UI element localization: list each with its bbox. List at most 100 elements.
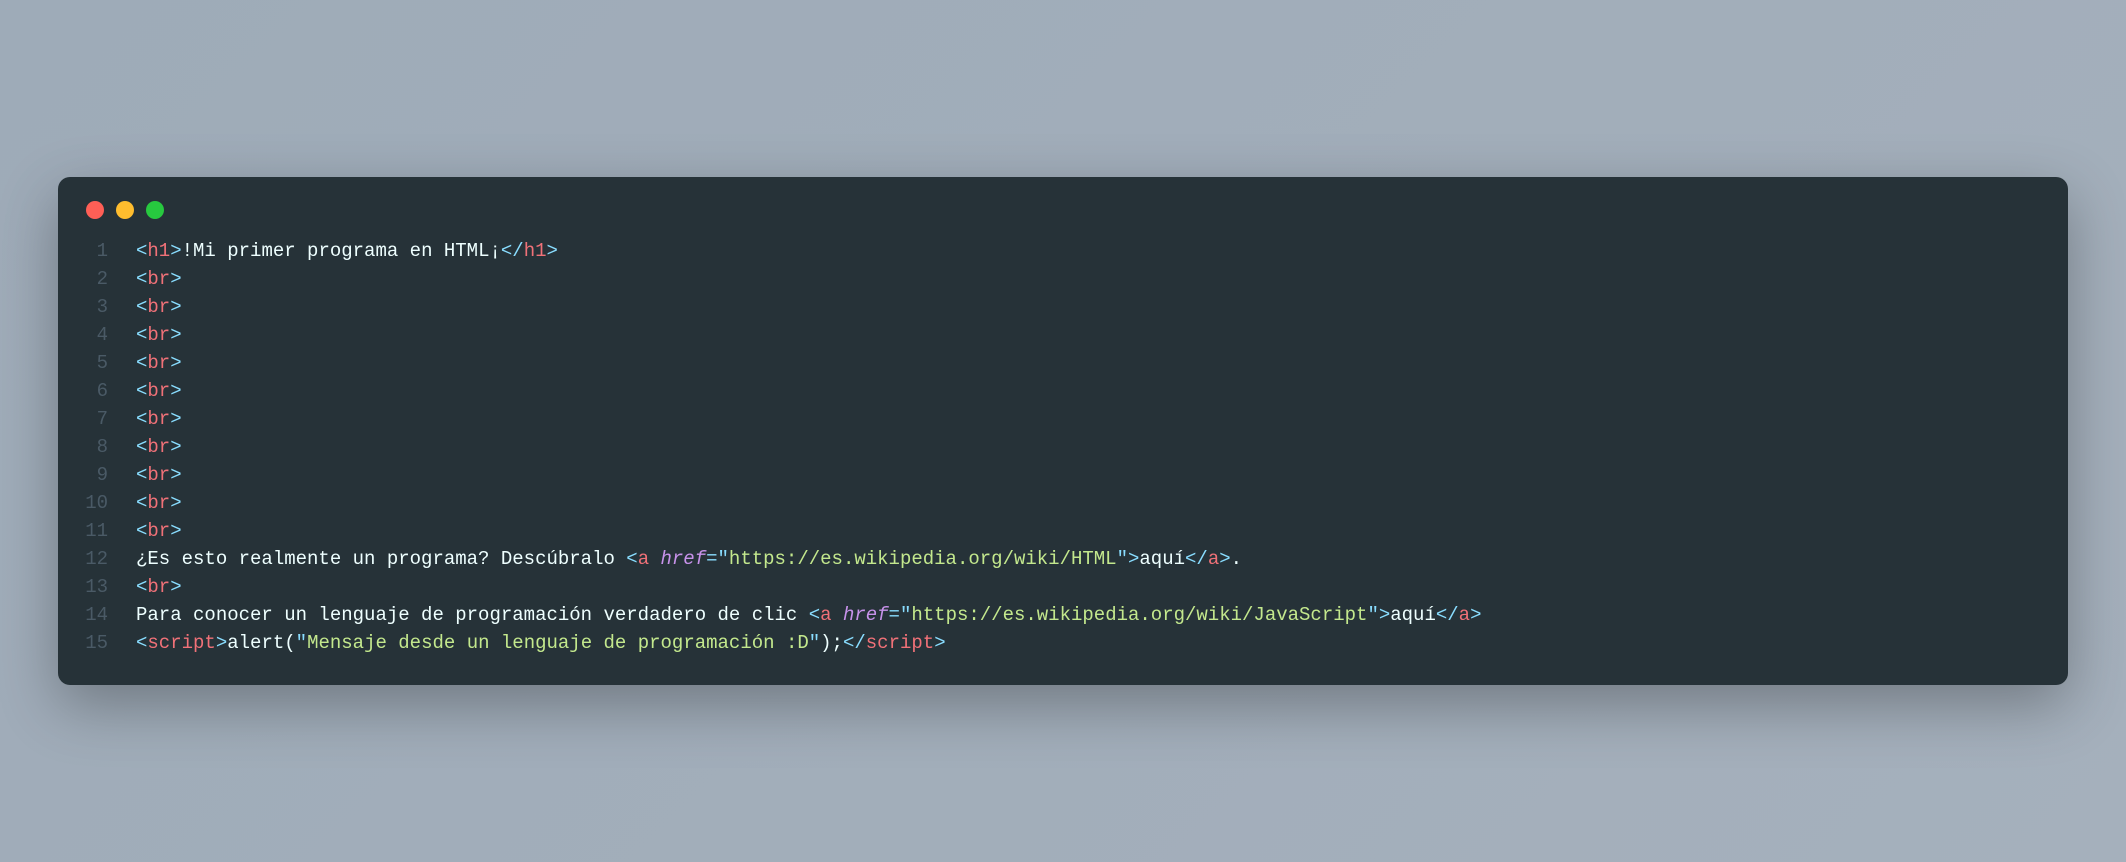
token-punct: "	[718, 548, 729, 570]
token-punct: </	[843, 632, 866, 654]
token-punct: <	[136, 464, 147, 486]
line-number: 5	[58, 349, 136, 377]
code-line[interactable]: 15<script>alert("Mensaje desde un lengua…	[58, 629, 2068, 657]
token-tag: br	[147, 268, 170, 290]
line-content[interactable]: <br>	[136, 433, 182, 461]
token-string: Mensaje desde un lenguaje de programació…	[307, 632, 809, 654]
token-punct: >	[170, 408, 181, 430]
line-number: 7	[58, 405, 136, 433]
code-window: 1<h1>!Mi primer programa en HTML¡</h1>2<…	[58, 177, 2068, 685]
line-content[interactable]: <script>alert("Mensaje desde un lenguaje…	[136, 629, 946, 657]
token-punct: >	[170, 268, 181, 290]
code-line[interactable]: 13<br>	[58, 573, 2068, 601]
line-content[interactable]: <br>	[136, 377, 182, 405]
token-tag: br	[147, 492, 170, 514]
code-line[interactable]: 5<br>	[58, 349, 2068, 377]
code-line[interactable]: 7<br>	[58, 405, 2068, 433]
line-content[interactable]: <br>	[136, 405, 182, 433]
token-tag: br	[147, 380, 170, 402]
token-punct: >	[170, 296, 181, 318]
token-punct: <	[136, 268, 147, 290]
token-tag: a	[638, 548, 649, 570]
code-line[interactable]: 11<br>	[58, 517, 2068, 545]
code-line[interactable]: 2<br>	[58, 265, 2068, 293]
minimize-icon[interactable]	[116, 201, 134, 219]
token-punct: >	[170, 576, 181, 598]
code-line[interactable]: 14Para conocer un lenguaje de programaci…	[58, 601, 2068, 629]
token-text: !Mi primer programa en HTML¡	[182, 240, 501, 262]
token-tag: script	[147, 632, 215, 654]
token-tag: br	[147, 324, 170, 346]
token-punct: >	[1379, 604, 1390, 626]
token-punct: </	[1436, 604, 1459, 626]
token-punct: "	[1367, 604, 1378, 626]
token-punct: <	[136, 632, 147, 654]
line-number: 1	[58, 237, 136, 265]
token-punct: <	[136, 296, 147, 318]
token-text: alert(	[227, 632, 295, 654]
token-punct: <	[809, 604, 820, 626]
token-text: .	[1231, 548, 1242, 570]
line-content[interactable]: <br>	[136, 349, 182, 377]
token-punct: <	[136, 324, 147, 346]
token-punct: >	[1219, 548, 1230, 570]
line-number: 4	[58, 321, 136, 349]
token-tag: br	[147, 408, 170, 430]
token-punct: >	[170, 380, 181, 402]
line-content[interactable]: <h1>!Mi primer programa en HTML¡</h1>	[136, 237, 558, 265]
token-punct: "	[1117, 548, 1128, 570]
line-content[interactable]: Para conocer un lenguaje de programación…	[136, 601, 1481, 629]
token-punct: >	[216, 632, 227, 654]
token-punct: "	[809, 632, 820, 654]
code-line[interactable]: 10<br>	[58, 489, 2068, 517]
token-punct: <	[136, 576, 147, 598]
token-punct: >	[547, 240, 558, 262]
token-punct: >	[170, 464, 181, 486]
token-tag: h1	[524, 240, 547, 262]
code-line[interactable]: 3<br>	[58, 293, 2068, 321]
token-punct: >	[170, 324, 181, 346]
line-content[interactable]: <br>	[136, 461, 182, 489]
line-content[interactable]: <br>	[136, 489, 182, 517]
line-number: 10	[58, 489, 136, 517]
token-text: );	[820, 632, 843, 654]
token-punct: </	[501, 240, 524, 262]
token-attr: href	[843, 604, 889, 626]
code-line[interactable]: 1<h1>!Mi primer programa en HTML¡</h1>	[58, 237, 2068, 265]
code-line[interactable]: 6<br>	[58, 377, 2068, 405]
window-titlebar	[58, 201, 2068, 237]
code-line[interactable]: 9<br>	[58, 461, 2068, 489]
line-number: 8	[58, 433, 136, 461]
line-number: 13	[58, 573, 136, 601]
token-tag: a	[820, 604, 831, 626]
token-tag: br	[147, 464, 170, 486]
line-content[interactable]: <br>	[136, 517, 182, 545]
code-line[interactable]: 4<br>	[58, 321, 2068, 349]
line-number: 14	[58, 601, 136, 629]
line-content[interactable]: <br>	[136, 573, 182, 601]
code-editor[interactable]: 1<h1>!Mi primer programa en HTML¡</h1>2<…	[58, 237, 2068, 657]
token-tag: a	[1459, 604, 1470, 626]
token-op: =	[889, 604, 900, 626]
line-number: 6	[58, 377, 136, 405]
token-punct: "	[900, 604, 911, 626]
token-punct: >	[170, 240, 181, 262]
token-punct: <	[136, 492, 147, 514]
token-punct: "	[296, 632, 307, 654]
code-line[interactable]: 12¿Es esto realmente un programa? Descúb…	[58, 545, 2068, 573]
token-punct: </	[1185, 548, 1208, 570]
line-number: 15	[58, 629, 136, 657]
line-content[interactable]: ¿Es esto realmente un programa? Descúbra…	[136, 545, 1242, 573]
token-punct: <	[626, 548, 637, 570]
token-text	[649, 548, 660, 570]
token-tag: script	[866, 632, 934, 654]
line-content[interactable]: <br>	[136, 293, 182, 321]
code-line[interactable]: 8<br>	[58, 433, 2068, 461]
token-punct: >	[1128, 548, 1139, 570]
maximize-icon[interactable]	[146, 201, 164, 219]
line-content[interactable]: <br>	[136, 321, 182, 349]
close-icon[interactable]	[86, 201, 104, 219]
line-number: 9	[58, 461, 136, 489]
token-tag: br	[147, 576, 170, 598]
line-content[interactable]: <br>	[136, 265, 182, 293]
